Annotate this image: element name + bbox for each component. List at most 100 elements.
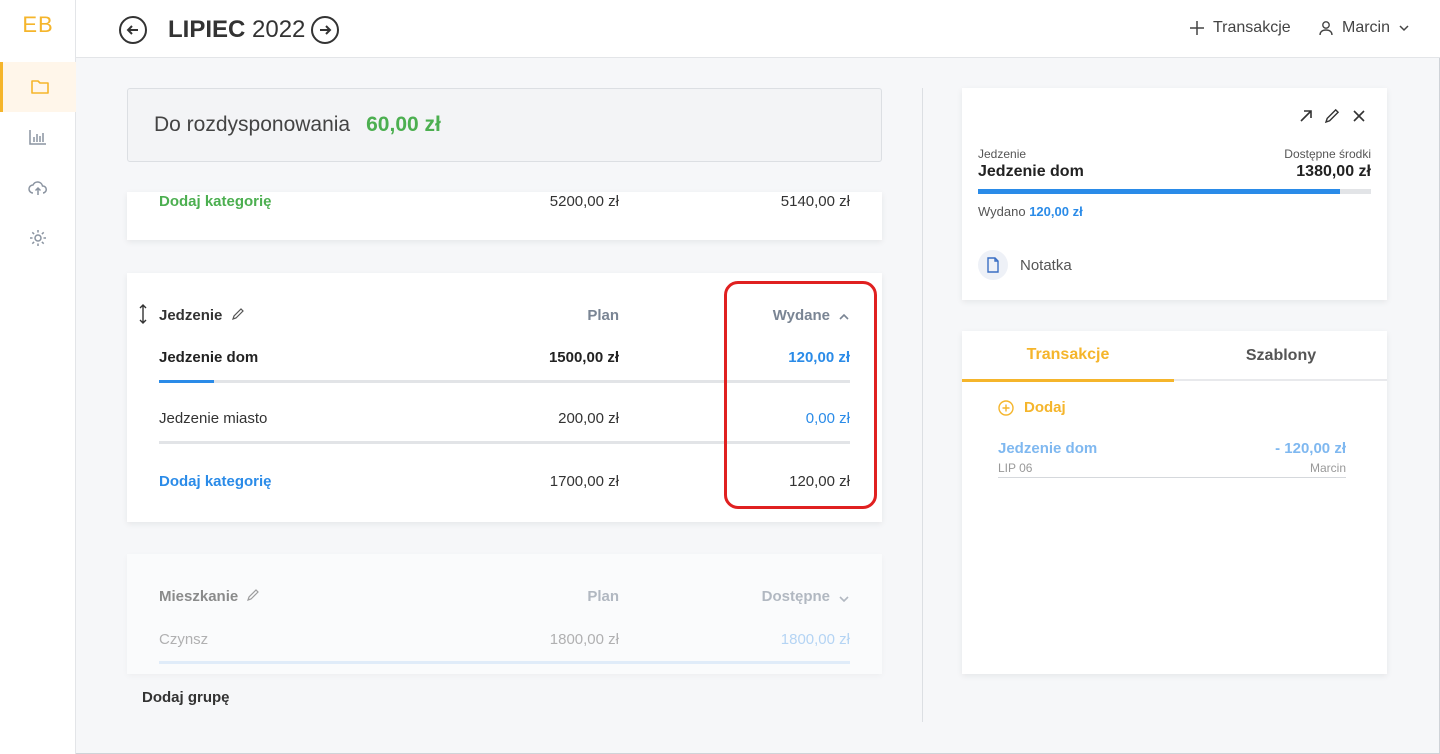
spent-line: Wydano 120,00 zł xyxy=(978,204,1083,219)
sidebar-item-settings[interactable] xyxy=(0,213,76,263)
note-label: Notatka xyxy=(1020,256,1072,274)
to-allocate-amount: 60,00 zł xyxy=(366,113,441,136)
category-row[interactable]: Jedzenie miasto 200,00 zł 0,00 zł xyxy=(159,410,850,434)
to-allocate-summary: Do rozdysponowania 60,00 zł xyxy=(127,88,882,162)
group-total-row: Dodaj kategorię 1700,00 zł 120,00 zł xyxy=(159,473,850,497)
note-button[interactable]: Notatka xyxy=(978,250,1072,280)
category-progress-bar xyxy=(159,441,850,444)
column-header-available[interactable]: Dostępne xyxy=(762,588,850,605)
transaction-item[interactable]: Jedzenie dom - 120,00 zł LIP 06 Marcin xyxy=(998,440,1346,478)
category-name: Jedzenie miasto xyxy=(159,410,268,427)
chevron-down-icon xyxy=(1399,25,1409,32)
chevron-up-icon[interactable] xyxy=(838,312,850,322)
arrow-left-icon xyxy=(126,25,138,35)
top-bar: LIPIEC 2022 Transakcje Marcin xyxy=(76,0,1440,58)
available-funds-amount: 1380,00 zł xyxy=(1296,163,1371,180)
group-title-text: Jedzenie xyxy=(159,307,223,324)
note-icon-wrap xyxy=(978,250,1008,280)
add-transaction-text: Dodaj xyxy=(1024,399,1066,416)
group-header-row: Jedzenie Plan Wydane xyxy=(159,307,850,331)
group-title-text: Mieszkanie xyxy=(159,588,239,605)
document-icon xyxy=(987,257,999,273)
sidebar-item-budget[interactable] xyxy=(0,62,76,112)
add-category-link[interactable]: Dodaj kategorię xyxy=(159,473,272,490)
plan-total: 5200,00 zł xyxy=(549,193,619,210)
plus-icon xyxy=(1190,21,1204,35)
transactions-panel: Transakcje Szablony Dodaj Jedzenie dom -… xyxy=(962,331,1387,674)
drag-handle-icon[interactable] xyxy=(138,304,148,324)
column-divider xyxy=(922,88,923,722)
category-row[interactable]: Czynsz 1800,00 zł 1800,00 zł xyxy=(159,631,850,655)
group-total-row: Dodaj kategorię 5200,00 zł 5140,00 zł xyxy=(159,193,850,217)
pencil-icon[interactable] xyxy=(231,307,245,321)
user-icon xyxy=(1319,21,1333,36)
arrow-right-icon xyxy=(320,25,332,35)
column-header-spent-text: Wydane xyxy=(772,307,830,324)
category-plan: 200,00 zł xyxy=(558,410,619,427)
group-card-food: Jedzenie Plan Wydane Jedzenie dom 1500,0… xyxy=(127,273,882,522)
plus-circle-icon xyxy=(998,399,1014,416)
add-transaction-link[interactable]: Dodaj xyxy=(998,399,1066,416)
column-header-plan: Plan xyxy=(587,588,619,605)
value-total: 5140,00 zł xyxy=(780,193,850,210)
category-name: Jedzenie dom xyxy=(159,349,259,366)
add-group-button[interactable]: Dodaj grupę xyxy=(142,689,230,706)
app-logo: EB xyxy=(22,12,54,37)
plan-total: 1700,00 zł xyxy=(549,473,619,490)
previous-month-button[interactable] xyxy=(119,16,147,44)
to-allocate-label: Do rozdysponowania xyxy=(154,113,351,136)
next-month-button[interactable] xyxy=(311,16,339,44)
category-row[interactable]: Jedzenie dom 1500,00 zł 120,00 zł xyxy=(159,349,850,373)
chevron-down-icon[interactable] xyxy=(838,594,850,604)
category-progress-bar xyxy=(159,380,850,383)
group-title: Mieszkanie xyxy=(159,588,260,605)
group-title: Jedzenie xyxy=(159,307,245,324)
category-available: 1800,00 zł xyxy=(780,631,850,648)
category-detail-panel: Jedzenie Dostępne środki Jedzenie dom 13… xyxy=(962,88,1387,300)
column-header-available-text: Dostępne xyxy=(761,588,830,605)
category-plan: 1500,00 zł xyxy=(548,349,619,366)
transaction-name: Jedzenie dom xyxy=(998,440,1098,457)
month-year: 2022 xyxy=(252,16,306,43)
detail-group-label: Jedzenie xyxy=(978,147,1027,161)
month-name: LIPIEC xyxy=(168,16,246,43)
transaction-user: Marcin xyxy=(1309,461,1346,475)
transaction-date: LIP 06 xyxy=(998,461,1033,475)
category-progress-bar xyxy=(159,661,850,664)
sidebar: EB xyxy=(0,0,76,754)
close-icon[interactable] xyxy=(1351,108,1367,124)
group-header-row: Mieszkanie Plan Dostępne xyxy=(159,588,850,612)
sidebar-item-reports[interactable] xyxy=(0,112,76,162)
spent-total: 120,00 zł xyxy=(789,473,850,490)
spent-amount: 120,00 zł xyxy=(1029,204,1083,219)
available-funds-label: Dostępne środki xyxy=(1284,147,1371,161)
category-spent: 0,00 zł xyxy=(805,410,850,427)
tab-templates[interactable]: Szablony xyxy=(1175,331,1387,381)
user-menu[interactable]: Marcin xyxy=(1318,19,1410,37)
cloud-upload-icon xyxy=(28,181,47,195)
user-name: Marcin xyxy=(1342,19,1391,36)
category-name: Czynsz xyxy=(159,631,209,648)
group-card-housing: Mieszkanie Plan Dostępne Czynsz 1800,00 … xyxy=(127,554,882,674)
add-transaction-button[interactable]: Transakcje xyxy=(1189,19,1291,37)
add-transaction-label: Transakcje xyxy=(1213,19,1291,36)
detail-category-name: Jedzenie dom xyxy=(978,163,1084,180)
gear-icon xyxy=(30,230,46,246)
category-plan: 1800,00 zł xyxy=(549,631,619,648)
add-category-link[interactable]: Dodaj kategorię xyxy=(159,193,272,210)
detail-progress-fill xyxy=(978,189,1340,194)
month-title: LIPIEC 2022 xyxy=(168,16,305,44)
tab-transactions[interactable]: Transakcje xyxy=(962,331,1174,382)
sidebar-item-import[interactable] xyxy=(0,163,76,213)
category-spent: 120,00 zł xyxy=(788,349,850,366)
detail-progress-bar xyxy=(978,189,1371,194)
spent-label: Wydano xyxy=(978,204,1026,219)
edit-icon[interactable] xyxy=(1324,108,1340,124)
transaction-amount: - 120,00 zł xyxy=(1275,440,1346,457)
group-card-income: Dodaj kategorię 5200,00 zł 5140,00 zł xyxy=(127,192,882,240)
column-header-plan: Plan xyxy=(587,307,619,324)
panel-tabs: Transakcje Szablony xyxy=(962,331,1387,382)
bar-chart-icon xyxy=(29,130,46,145)
open-external-icon[interactable] xyxy=(1298,108,1314,124)
pencil-icon[interactable] xyxy=(246,588,260,602)
